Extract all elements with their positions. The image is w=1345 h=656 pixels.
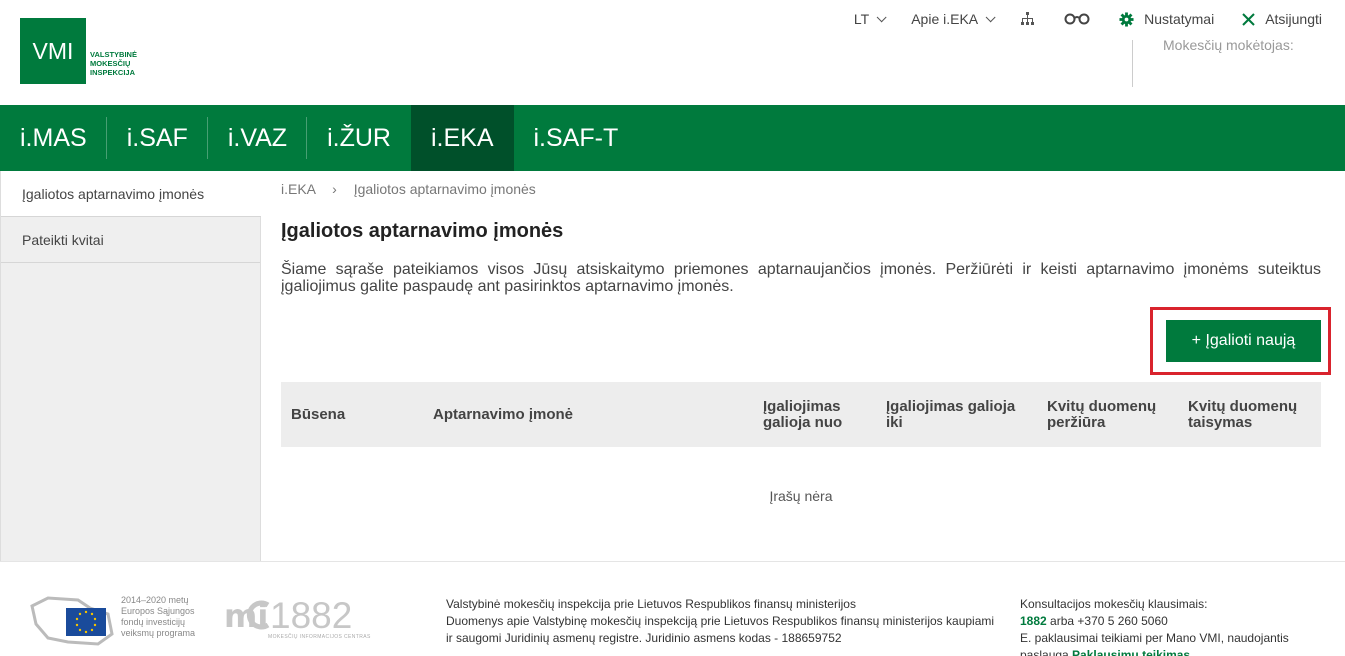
nav-isaf-t[interactable]: i.SAF-T [514, 105, 639, 171]
page-title: Įgaliotos aptarnavimo įmonės [281, 220, 564, 242]
contact-line: paslauga Paklausimų teikimas [1020, 647, 1289, 656]
sidebar: Įgaliotos aptarnavimo įmonės Pateikti kv… [0, 171, 261, 561]
eu-text-line: fondų investicijų [121, 617, 186, 627]
column-header-receipt-edit[interactable]: Kvitų duomenų taisymas [1188, 399, 1313, 431]
sidebar-item-submitted-receipts[interactable]: Pateikti kvitai [1, 217, 260, 263]
header: VMI VALSTYBINĖ MOKESČIŲ INSPEKCIJA LT Ap… [0, 0, 1345, 105]
contact-line: E. paklausimai teikiami per Mano VMI, na… [1020, 631, 1289, 645]
footer-org-line: Valstybinė mokesčių inspekcija prie Liet… [446, 597, 856, 611]
about-label: Apie i.EKA [911, 11, 979, 27]
column-header-valid-from[interactable]: Įgaliojimas galioja nuo [763, 399, 863, 431]
about-menu[interactable]: Apie i.EKA [911, 11, 996, 27]
column-header-status[interactable]: Būsena [291, 407, 345, 423]
phone-short-link[interactable]: 1882 [1020, 614, 1047, 628]
eu-funds-logo-icon [30, 596, 114, 646]
top-nav: LT Apie i.EKA Nustatymai Atsijungti [826, 10, 1322, 28]
sidebar-item-authorized-companies[interactable]: Įgaliotos aptarnavimo įmonės [1, 171, 261, 217]
close-icon [1242, 12, 1255, 26]
vmi-logo[interactable]: VMI [20, 18, 86, 84]
chevron-down-icon [876, 11, 887, 22]
accessibility-button[interactable] [1063, 13, 1091, 25]
logo-text: VMI [32, 37, 74, 64]
footer: 2014–2020 metų Europos Sąjungos fondų in… [0, 561, 1345, 656]
eu-funds-text: 2014–2020 metų Europos Sąjungos fondų in… [121, 595, 195, 639]
footer-contact: Konsultacijos mokesčių klausimais: 1882 … [1020, 596, 1289, 656]
logo-subtitle-line: MOKESČIŲ [90, 59, 131, 68]
breadcrumb: i.EKA › Įgaliotos aptarnavimo įmonės [281, 181, 536, 197]
logo-subtitle-line: VALSTYBINĖ [90, 50, 137, 59]
breadcrumb-item-current: Įgaliotos aptarnavimo įmonės [353, 181, 536, 197]
footer-org-info: Valstybinė mokesčių inspekcija prie Liet… [446, 596, 994, 647]
language-label: LT [853, 11, 870, 27]
empty-table-message: Įrašų nėra [769, 488, 833, 504]
contact-phone: 1882 arba +370 5 260 5060 [1020, 613, 1289, 630]
column-header-valid-to[interactable]: Įgaliojimas galioja iki [886, 399, 1026, 431]
nav-ieka[interactable]: i.EKA [410, 105, 514, 171]
column-header-receipt-view[interactable]: Kvitų duomenų peržiūra [1047, 399, 1172, 431]
nav-izur[interactable]: i.ŽUR [307, 105, 411, 171]
eu-text-line: Europos Sąjungos [121, 606, 195, 616]
contact-title: Konsultacijos mokesčių klausimais: [1020, 597, 1208, 611]
contact-prefix: paslauga [1020, 648, 1073, 656]
mic-logo-icon: mi [224, 597, 270, 635]
header-divider [1132, 40, 1133, 87]
table-header: Būsena Aptarnavimo įmonė Įgaliojimas gal… [281, 382, 1321, 447]
add-authorization-button[interactable]: + Įgalioti naują [1166, 320, 1321, 362]
mic-logo: mi 1882 [224, 593, 352, 642]
nav-imas[interactable]: i.MAS [0, 105, 107, 171]
settings-label: Nustatymai [1144, 11, 1215, 27]
breadcrumb-item-ieka[interactable]: i.EKA [281, 181, 315, 197]
phone-rest: arba +370 5 260 5060 [1046, 614, 1168, 628]
logout-link[interactable]: Atsijungti [1242, 11, 1322, 27]
main-nav: i.MAS i.SAF i.VAZ i.ŽUR i.EKA i.SAF-T [0, 105, 1345, 171]
column-header-company[interactable]: Aptarnavimo įmonė [433, 407, 573, 423]
breadcrumb-separator: › [332, 181, 337, 197]
sitemap-icon [1021, 12, 1035, 25]
logo-subtitle-line: INSPEKCIJA [90, 68, 136, 77]
logo-subtitle: VALSTYBINĖ MOKESČIŲ INSPEKCIJA [90, 50, 137, 77]
footer-org-line: Duomenys apie Valstybinę mokesčių inspek… [446, 614, 995, 628]
glasses-icon [1064, 13, 1090, 25]
mic-subtext: MOKESČIŲ INFORMACIJOS CENTRAS [268, 634, 371, 640]
gear-icon [1119, 11, 1134, 27]
mic-number: 1882 [270, 595, 353, 636]
footer-org-line: ir saugomi Juridinių asmenų registre. Ju… [446, 631, 842, 645]
nav-ivaz[interactable]: i.VAZ [208, 105, 308, 171]
page-description: Šiame sąraše pateikiamos visos Jūsų atsi… [281, 261, 1321, 295]
eu-text-line: 2014–2020 metų [121, 595, 189, 605]
taxpayer-label: Mokesčių mokėtojas: [1163, 37, 1294, 53]
chevron-down-icon [985, 11, 996, 22]
language-selector[interactable]: LT [853, 11, 887, 27]
logout-label: Atsijungti [1265, 11, 1322, 27]
nav-isaf[interactable]: i.SAF [107, 105, 208, 171]
settings-link[interactable]: Nustatymai [1119, 11, 1214, 27]
eu-text-line: veiksmų programa [121, 628, 196, 638]
sitemap-button[interactable] [1020, 12, 1035, 26]
inquiry-link[interactable]: Paklausimų teikimas [1072, 648, 1190, 656]
